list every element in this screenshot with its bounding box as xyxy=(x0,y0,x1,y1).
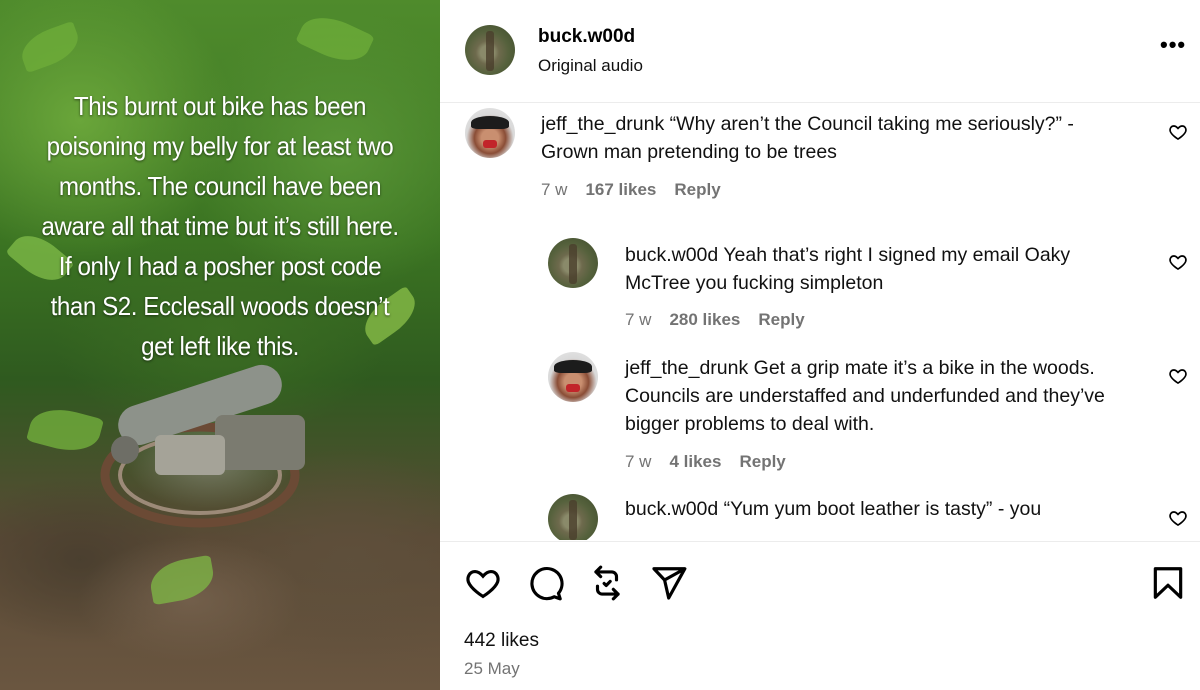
commenter-avatar[interactable] xyxy=(548,352,598,402)
comment-username[interactable]: buck.w00d xyxy=(625,498,718,520)
comment-body: jeff_the_drunk Get a grip mate it’s a bi… xyxy=(625,354,1150,438)
post-likes-count[interactable]: 442 likes xyxy=(464,630,539,652)
commenter-avatar[interactable] xyxy=(465,108,515,158)
leaf-decoration xyxy=(15,20,85,74)
heart-icon[interactable] xyxy=(464,564,502,602)
comment-item: jeff_the_drunk “Why aren’t the Council t… xyxy=(440,104,1200,224)
comment-text: “Yum yum boot leather is tasty” - you xyxy=(723,498,1042,520)
burnt-bike-image xyxy=(100,364,305,528)
comment-item: buck.w00d Yeah that’s right I signed my … xyxy=(440,236,1200,346)
comment-body: jeff_the_drunk “Why aren’t the Council t… xyxy=(541,110,1081,166)
author-username[interactable]: buck.w00d xyxy=(538,26,635,48)
post-panel: buck.w00d Original audio ••• jeff_the_dr… xyxy=(440,0,1200,690)
comment-time: 7 w xyxy=(625,452,652,471)
comment-meta: 7 w 167 likes Reply xyxy=(541,180,721,200)
commenter-avatar[interactable] xyxy=(548,238,598,288)
bookmark-icon[interactable] xyxy=(1149,564,1187,602)
reply-button[interactable]: Reply xyxy=(758,310,804,330)
commenter-avatar[interactable] xyxy=(548,494,598,540)
comment-like-icon[interactable] xyxy=(1168,122,1188,142)
post-date: 25 May xyxy=(464,659,520,678)
post-media[interactable]: This burnt out bike has been poisoning m… xyxy=(0,0,440,690)
comment-time: 7 w xyxy=(541,180,568,199)
reply-button[interactable]: Reply xyxy=(739,452,785,472)
comments-list[interactable]: jeff_the_drunk “Why aren’t the Council t… xyxy=(440,104,1200,540)
comment-like-icon[interactable] xyxy=(1168,508,1188,528)
comment-icon[interactable] xyxy=(526,564,564,602)
comment-body: buck.w00d Yeah that’s right I signed my … xyxy=(625,241,1135,297)
comment-meta: 7 w 280 likes Reply xyxy=(625,310,805,330)
comment-likes[interactable]: 4 likes xyxy=(669,452,721,472)
comment-username[interactable]: buck.w00d xyxy=(625,244,718,266)
comment-time: 7 w xyxy=(625,310,652,329)
comment-likes[interactable]: 280 likes xyxy=(669,310,740,330)
post-header: buck.w00d Original audio ••• xyxy=(440,0,1200,103)
comment-likes[interactable]: 167 likes xyxy=(585,180,656,200)
comment-like-icon[interactable] xyxy=(1168,366,1188,386)
comment-meta: 7 w 4 likes Reply xyxy=(625,452,786,472)
share-icon[interactable] xyxy=(650,564,688,602)
media-caption: This burnt out bike has been poisoning m… xyxy=(41,91,399,361)
comment-username[interactable]: jeff_the_drunk xyxy=(625,357,748,379)
leaf-decoration xyxy=(26,401,104,459)
audio-label[interactable]: Original audio xyxy=(538,56,643,76)
reply-button[interactable]: Reply xyxy=(674,180,720,200)
repost-icon[interactable] xyxy=(588,564,626,602)
more-options-icon[interactable]: ••• xyxy=(1160,32,1186,58)
leaf-decoration xyxy=(295,6,375,72)
comment-like-icon[interactable] xyxy=(1168,252,1188,272)
author-avatar[interactable] xyxy=(465,25,515,75)
comment-body: buck.w00d “Yum yum boot leather is tasty… xyxy=(625,495,1135,523)
leaf-decoration xyxy=(147,554,217,606)
comment-username[interactable]: jeff_the_drunk xyxy=(541,113,664,135)
comment-item: jeff_the_drunk Get a grip mate it’s a bi… xyxy=(440,350,1200,480)
comment-item: buck.w00d “Yum yum boot leather is tasty… xyxy=(440,490,1200,540)
action-bar: 442 likes 25 May xyxy=(440,541,1200,690)
